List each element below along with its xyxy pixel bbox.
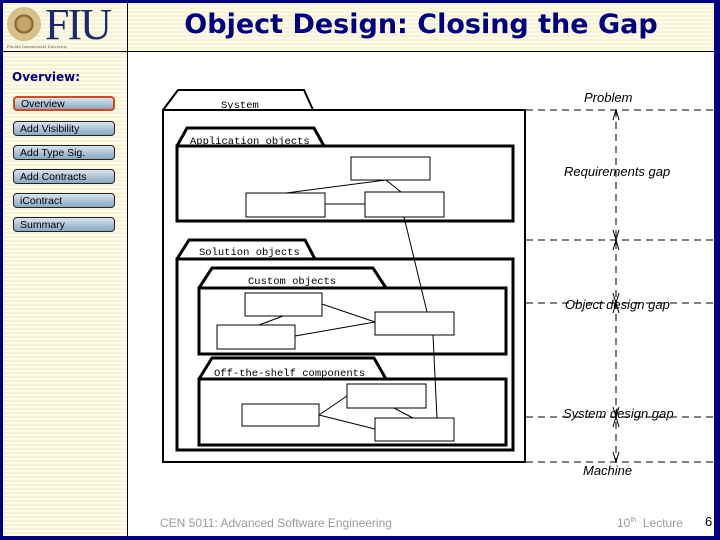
requirements-gap-label: Requirements gap xyxy=(564,164,670,179)
nav-icontract-button[interactable]: iContract xyxy=(13,193,115,208)
trace-line-custom-to-ots xyxy=(432,334,438,419)
object-design-diagram: System Application objects Solution obje… xyxy=(162,89,713,478)
lecture-word: Lecture xyxy=(642,516,683,530)
system-label: System xyxy=(221,100,259,112)
logo-text: FIU xyxy=(45,0,112,49)
sidebar: Overview: Overview Add Visibility Add Ty… xyxy=(3,52,128,536)
app-object-box-right xyxy=(364,191,445,218)
custom-link-3 xyxy=(294,321,376,337)
custom-object-box-left xyxy=(216,324,296,350)
off-the-shelf-package xyxy=(197,377,508,447)
application-objects-package xyxy=(175,144,515,223)
sidebar-title: Overview: xyxy=(12,70,81,84)
ots-box-left xyxy=(241,403,320,427)
slide-header: FIU Florida International University Obj… xyxy=(3,0,714,52)
page-number: 6 xyxy=(705,514,713,529)
problem-label: Problem xyxy=(584,90,633,105)
object-design-gap-label: Object design gap xyxy=(565,297,670,312)
nav-add-contracts-button[interactable]: Add Contracts xyxy=(13,169,115,184)
app-object-box-top xyxy=(350,156,431,181)
nav-add-type-sig-button[interactable]: Add Type Sig. xyxy=(13,145,115,160)
arrow-down-icon xyxy=(612,451,620,464)
slide-content: System Application objects Solution obje… xyxy=(128,52,714,536)
ots-link-1 xyxy=(318,395,348,416)
ots-link-2 xyxy=(318,414,376,430)
ots-link-3 xyxy=(393,407,414,419)
ots-box-top xyxy=(346,383,427,409)
trace-line-app-to-custom xyxy=(403,216,428,313)
fiu-logo: FIU Florida International University xyxy=(3,0,128,51)
ots-box-right xyxy=(374,417,455,442)
lecture-suffix: th xyxy=(630,517,637,524)
app-object-box-left xyxy=(245,192,326,218)
app-link-2 xyxy=(385,179,402,193)
footer-lecture: 10th Lecture xyxy=(617,516,683,530)
off-the-shelf-label: Off-the-shelf components xyxy=(214,368,365,380)
custom-link-1 xyxy=(321,303,376,323)
slide-title: Object Design: Closing the Gap xyxy=(184,9,658,40)
slide: FIU Florida International University Obj… xyxy=(3,0,714,536)
solution-objects-label: Solution objects xyxy=(199,247,300,259)
custom-object-box-top xyxy=(244,292,323,317)
nav-summary-button[interactable]: Summary xyxy=(13,217,115,232)
custom-objects-label: Custom objects xyxy=(248,276,336,288)
system-design-gap-label: System design gap xyxy=(563,406,674,421)
system-package xyxy=(162,109,526,463)
lecture-number: 10 xyxy=(617,516,631,530)
application-objects-label: Application objects xyxy=(190,136,310,148)
custom-link-2 xyxy=(258,315,284,326)
logo-subtitle: Florida International University xyxy=(7,44,68,49)
nav-overview-button[interactable]: Overview xyxy=(13,96,115,111)
custom-object-box-right xyxy=(374,311,455,336)
nav-add-visibility-button[interactable]: Add Visibility xyxy=(13,121,115,136)
machine-label: Machine xyxy=(583,463,632,478)
footer-course: CEN 5011: Advanced Software Engineering xyxy=(160,516,392,530)
app-link-1 xyxy=(285,179,387,194)
university-seal-icon xyxy=(7,7,41,41)
